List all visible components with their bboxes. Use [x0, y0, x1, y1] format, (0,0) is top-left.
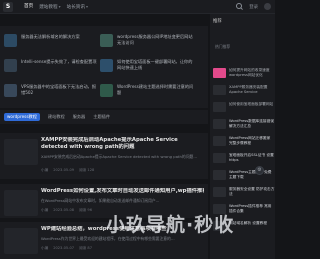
post-meta: 小编 2023-05-08 阅读 96 [41, 208, 92, 213]
sidebar-item-title: 服务器安全设置 防护攻击方法 [229, 187, 275, 196]
sidebar-item[interactable]: 服务器安全设置 防护攻击方法 [213, 187, 275, 201]
post-date: 2023-05-07 [53, 246, 75, 250]
sidebar-item-title: WordPress数据库连接错误 解决方法汇总 [229, 119, 274, 128]
featured-title: wordpress服务器公网IP地址变更后网站无法访问 [117, 34, 193, 45]
sidebar-item-title: 如何使用宝塔面板部署网站 [229, 102, 274, 106]
post-views: 阅读 87 [79, 246, 92, 250]
category-tabs: wordpress教程 建站教程 服务器 主题插件 [0, 110, 208, 124]
featured-title: Intelli-sense提示失效了，请检查配置项 [21, 59, 97, 64]
featured-thumbnail [4, 84, 17, 97]
post-views: 阅读 96 [79, 208, 92, 212]
featured-item[interactable]: wordpress服务器公网IP地址变更后网站无法访问 [100, 34, 195, 52]
sidebar-item-title: XAMPP服务器安装配置 Apache Service [229, 85, 268, 94]
post-author[interactable]: 小编 [41, 168, 48, 173]
sidebar-item[interactable]: WordPress数据库连接错误 解决方法汇总 [213, 119, 275, 133]
post-author[interactable]: 小编 [41, 208, 48, 213]
featured-thumbnail [100, 34, 113, 47]
chevron-down-icon: ▾ [58, 4, 61, 9]
post-meta: 小编 2023-05-09 阅读 128 [41, 168, 94, 173]
post-meta: 小编 2023-05-07 阅读 87 [41, 246, 92, 251]
featured-title: 如何使用宝塔面板一键部署网站，让你的网站快速上线 [117, 59, 193, 70]
sidebar-item[interactable]: XAMPP服务器安装配置 Apache Service [213, 85, 275, 99]
sidebar-item-title: 网站域名解析 设置教程 [229, 221, 268, 225]
tab-wordpress[interactable]: wordpress教程 [4, 113, 40, 121]
post-title[interactable]: XAMPP安装完成后启动Apache提示Apache Service detec… [41, 137, 204, 151]
featured-thumbnail [4, 59, 17, 72]
featured-panel: 服务器无法解析域名的解决方案 wordpress服务器公网IP地址变更后网站无法… [0, 26, 208, 108]
sidebar-thumbnail [213, 119, 226, 129]
gear-icon[interactable]: ⚙ [255, 166, 264, 175]
sidebar-thumbnail [213, 187, 226, 197]
featured-item[interactable]: WordPress建站主题选择时需要注意的问题 [100, 84, 195, 102]
post-card[interactable]: WordPress如何设置,发布文章时自动发送邮件通知用户,wp插件推荐 在Wo… [0, 184, 208, 218]
nav-item-news-label: 站长资讯 [66, 5, 85, 10]
featured-item[interactable]: Intelli-sense提示失效了，请检查配置项 [4, 59, 99, 77]
featured-title: VPS服务器中的宝塔面板下无法启动，报错502 [21, 84, 97, 95]
tab-themes[interactable]: 主题插件 [93, 114, 110, 120]
tab-server[interactable]: 服务器 [73, 114, 86, 120]
sidebar-item[interactable]: WordPress插件推荐 常用插件合集 [213, 204, 275, 218]
post-excerpt: XAMPP安装完成后启动Apache提示Apache Service detec… [41, 154, 198, 159]
header-actions: 登录 [236, 3, 271, 10]
post-card[interactable]: WP建站经验总结，wordpress使用注意事项有哪些 WordPress作为世… [0, 222, 208, 259]
sidebar-subheading: 热门推荐 [215, 44, 231, 49]
sidebar-thumbnail [213, 68, 226, 78]
nav-item-home[interactable]: 首页 [24, 3, 33, 12]
sidebar: 推荐 热门推荐 如何提升网站的收录速度 wordpress网站优化 XAMPP服… [210, 14, 275, 259]
featured-title: 服务器无法解析域名的解决方案 [21, 34, 80, 39]
featured-item[interactable]: VPS服务器中的宝塔面板下无法启动，报错502 [4, 84, 99, 102]
post-thumbnail[interactable] [4, 139, 38, 165]
sidebar-thumbnail [213, 204, 226, 214]
nav-item-tutorials-label: 建站教程 [39, 5, 58, 10]
user-icon[interactable] [264, 3, 271, 10]
post-excerpt: WordPress作为世界上最受欢迎的建站程序，在使用过程中有哪些需要注意的… [41, 236, 175, 241]
login-link[interactable]: 登录 [249, 4, 258, 10]
post-views: 阅读 128 [79, 168, 95, 172]
sidebar-item[interactable]: 如何使用宝塔面板部署网站 [213, 102, 275, 116]
post-date: 2023-05-08 [53, 208, 75, 212]
post-thumbnail[interactable] [4, 228, 38, 254]
post-card[interactable]: XAMPP安装完成后启动Apache提示Apache Service detec… [0, 133, 208, 179]
sidebar-item-title: WordPress网站迁移搬家 完整步骤教程 [229, 136, 271, 145]
post-title[interactable]: WordPress如何设置,发布文章时自动发送邮件通知用户,wp插件推荐 [41, 188, 204, 195]
sidebar-item-title: 宝塔面板开启SSL证书 设置https [229, 153, 274, 162]
sidebar-item[interactable]: WordPress网站迁移搬家 完整步骤教程 [213, 136, 275, 150]
featured-thumbnail [4, 34, 17, 47]
sidebar-thumbnail [213, 85, 226, 95]
post-thumbnail[interactable] [4, 190, 38, 216]
tab-tutorials[interactable]: 建站教程 [48, 114, 65, 120]
sidebar-item[interactable]: WordPress主题推荐 免费主题下载 [213, 170, 275, 184]
sidebar-thumbnail [213, 221, 226, 231]
sidebar-thumbnail [213, 170, 226, 180]
main-nav: 首页 建站教程▾ 站长资讯▾ [24, 3, 88, 12]
sidebar-thumbnail [213, 102, 226, 112]
featured-item[interactable]: 服务器无法解析域名的解决方案 [4, 34, 99, 52]
sidebar-thumbnail [213, 153, 226, 163]
nav-item-tutorials[interactable]: 建站教程▾ [39, 3, 60, 12]
post-title[interactable]: WP建站经验总结，wordpress使用注意事项有哪些 [41, 226, 204, 233]
sidebar-item[interactable]: 如何提升网站的收录速度 wordpress网站优化 [213, 68, 275, 82]
sidebar-item[interactable]: 网站域名解析 设置教程 [213, 221, 275, 235]
post-excerpt: 在WordPress网站中发布文章时，如果能自动发送邮件通知订阅用户… [41, 198, 160, 203]
featured-thumbnail [100, 84, 113, 97]
sidebar-item-title: 如何提升网站的收录速度 wordpress网站优化 [229, 68, 270, 77]
nav-item-news[interactable]: 站长资讯▾ [67, 3, 88, 12]
featured-title: WordPress建站主题选择时需要注意的问题 [117, 84, 194, 95]
featured-item[interactable]: 如何使用宝塔面板一键部署网站，让你的网站快速上线 [100, 59, 195, 77]
search-icon[interactable] [236, 3, 243, 10]
site-logo[interactable]: S [3, 2, 13, 12]
top-header: S 首页 建站教程▾ 站长资讯▾ 登录 [0, 0, 275, 14]
sidebar-item[interactable]: 宝塔面板开启SSL证书 设置https [213, 153, 275, 167]
post-date: 2023-05-09 [53, 168, 75, 172]
sidebar-thumbnail [213, 136, 226, 146]
chevron-down-icon: ▾ [86, 4, 89, 9]
sidebar-item-title: WordPress主题推荐 免费主题下载 [229, 170, 272, 179]
sidebar-item-title: WordPress插件推荐 常用插件合集 [229, 204, 272, 213]
post-author[interactable]: 小编 [41, 246, 48, 251]
sidebar-heading: 推荐 [213, 19, 222, 24]
featured-thumbnail [100, 59, 113, 72]
